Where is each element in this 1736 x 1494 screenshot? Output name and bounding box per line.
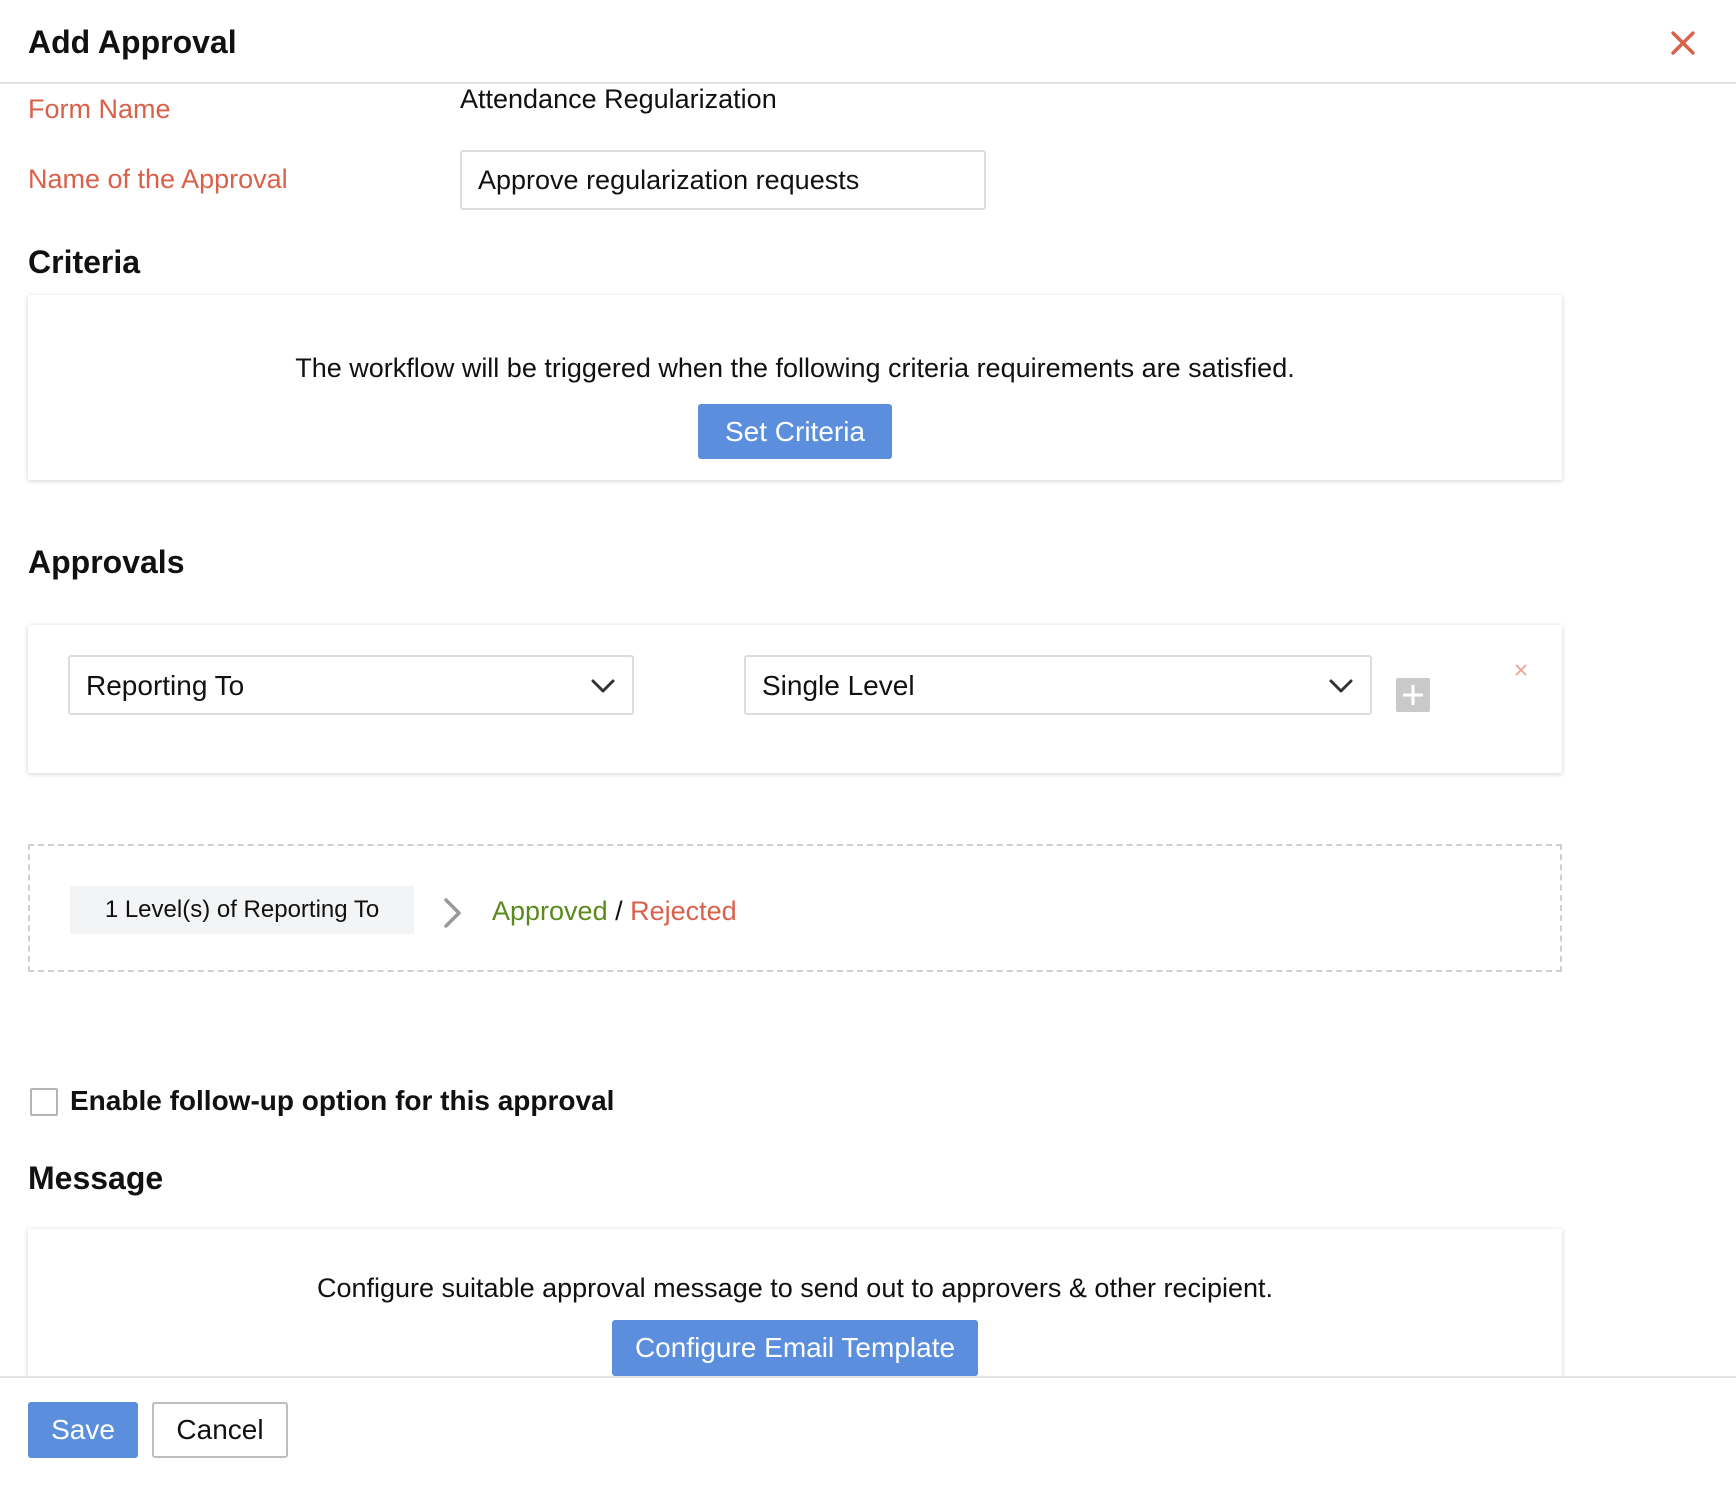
dialog-title: Add Approval: [28, 24, 237, 60]
message-description: Configure suitable approval message to s…: [316, 1273, 1274, 1303]
save-button[interactable]: Save: [28, 1402, 138, 1458]
follow-up-checkbox[interactable]: [30, 1088, 58, 1116]
form-name-label: Form Name: [28, 94, 171, 124]
add-level-button[interactable]: [1396, 678, 1430, 712]
follow-up-label[interactable]: Enable follow-up option for this approva…: [70, 1085, 614, 1117]
plus-icon: [1403, 685, 1423, 705]
close-icon: [1671, 31, 1695, 55]
approval-name-label: Name of the Approval: [28, 164, 288, 194]
chevron-right-icon: [444, 898, 461, 928]
chevron-down-icon: [591, 679, 615, 693]
approval-rule-card: Reporting To Single Level: [28, 625, 1562, 773]
level-summary-chip: 1 Level(s) of Reporting To: [70, 886, 414, 934]
close-icon: [1515, 664, 1527, 676]
level-type-value: Single Level: [762, 670, 915, 701]
dialog-footer: Save Cancel: [0, 1376, 1736, 1494]
criteria-description: The workflow will be triggered when the …: [295, 353, 1295, 383]
approval-name-input[interactable]: [460, 150, 986, 210]
flow-outcome: Approved / Rejected: [492, 896, 737, 927]
approved-label: Approved: [492, 896, 608, 926]
message-section-title: Message: [28, 1160, 164, 1196]
approvals-section-title: Approvals: [28, 544, 185, 580]
cancel-button[interactable]: Cancel: [152, 1402, 288, 1458]
message-card: Configure suitable approval message to s…: [28, 1229, 1562, 1389]
outcome-separator: /: [607, 896, 631, 926]
criteria-section-title: Criteria: [28, 244, 141, 280]
configure-email-template-button[interactable]: Configure Email Template: [612, 1320, 978, 1376]
form-name-value: Attendance Regularization: [460, 84, 777, 114]
add-approval-dialog: Add Approval Form Name Attendance Regula…: [0, 0, 1736, 1494]
remove-approval-button[interactable]: [1514, 663, 1528, 677]
criteria-card: The workflow will be triggered when the …: [28, 295, 1562, 480]
chevron-down-icon: [1329, 679, 1353, 693]
close-dialog-button[interactable]: [1666, 26, 1700, 60]
level-type-select[interactable]: Single Level: [744, 655, 1372, 715]
approval-flow-preview: 1 Level(s) of Reporting To Approved / Re…: [28, 844, 1562, 972]
approver-type-select[interactable]: Reporting To: [68, 655, 634, 715]
rejected-label: Rejected: [630, 896, 737, 926]
set-criteria-button[interactable]: Set Criteria: [698, 404, 892, 459]
approver-type-value: Reporting To: [86, 670, 245, 701]
dialog-header: Add Approval: [0, 0, 1736, 84]
